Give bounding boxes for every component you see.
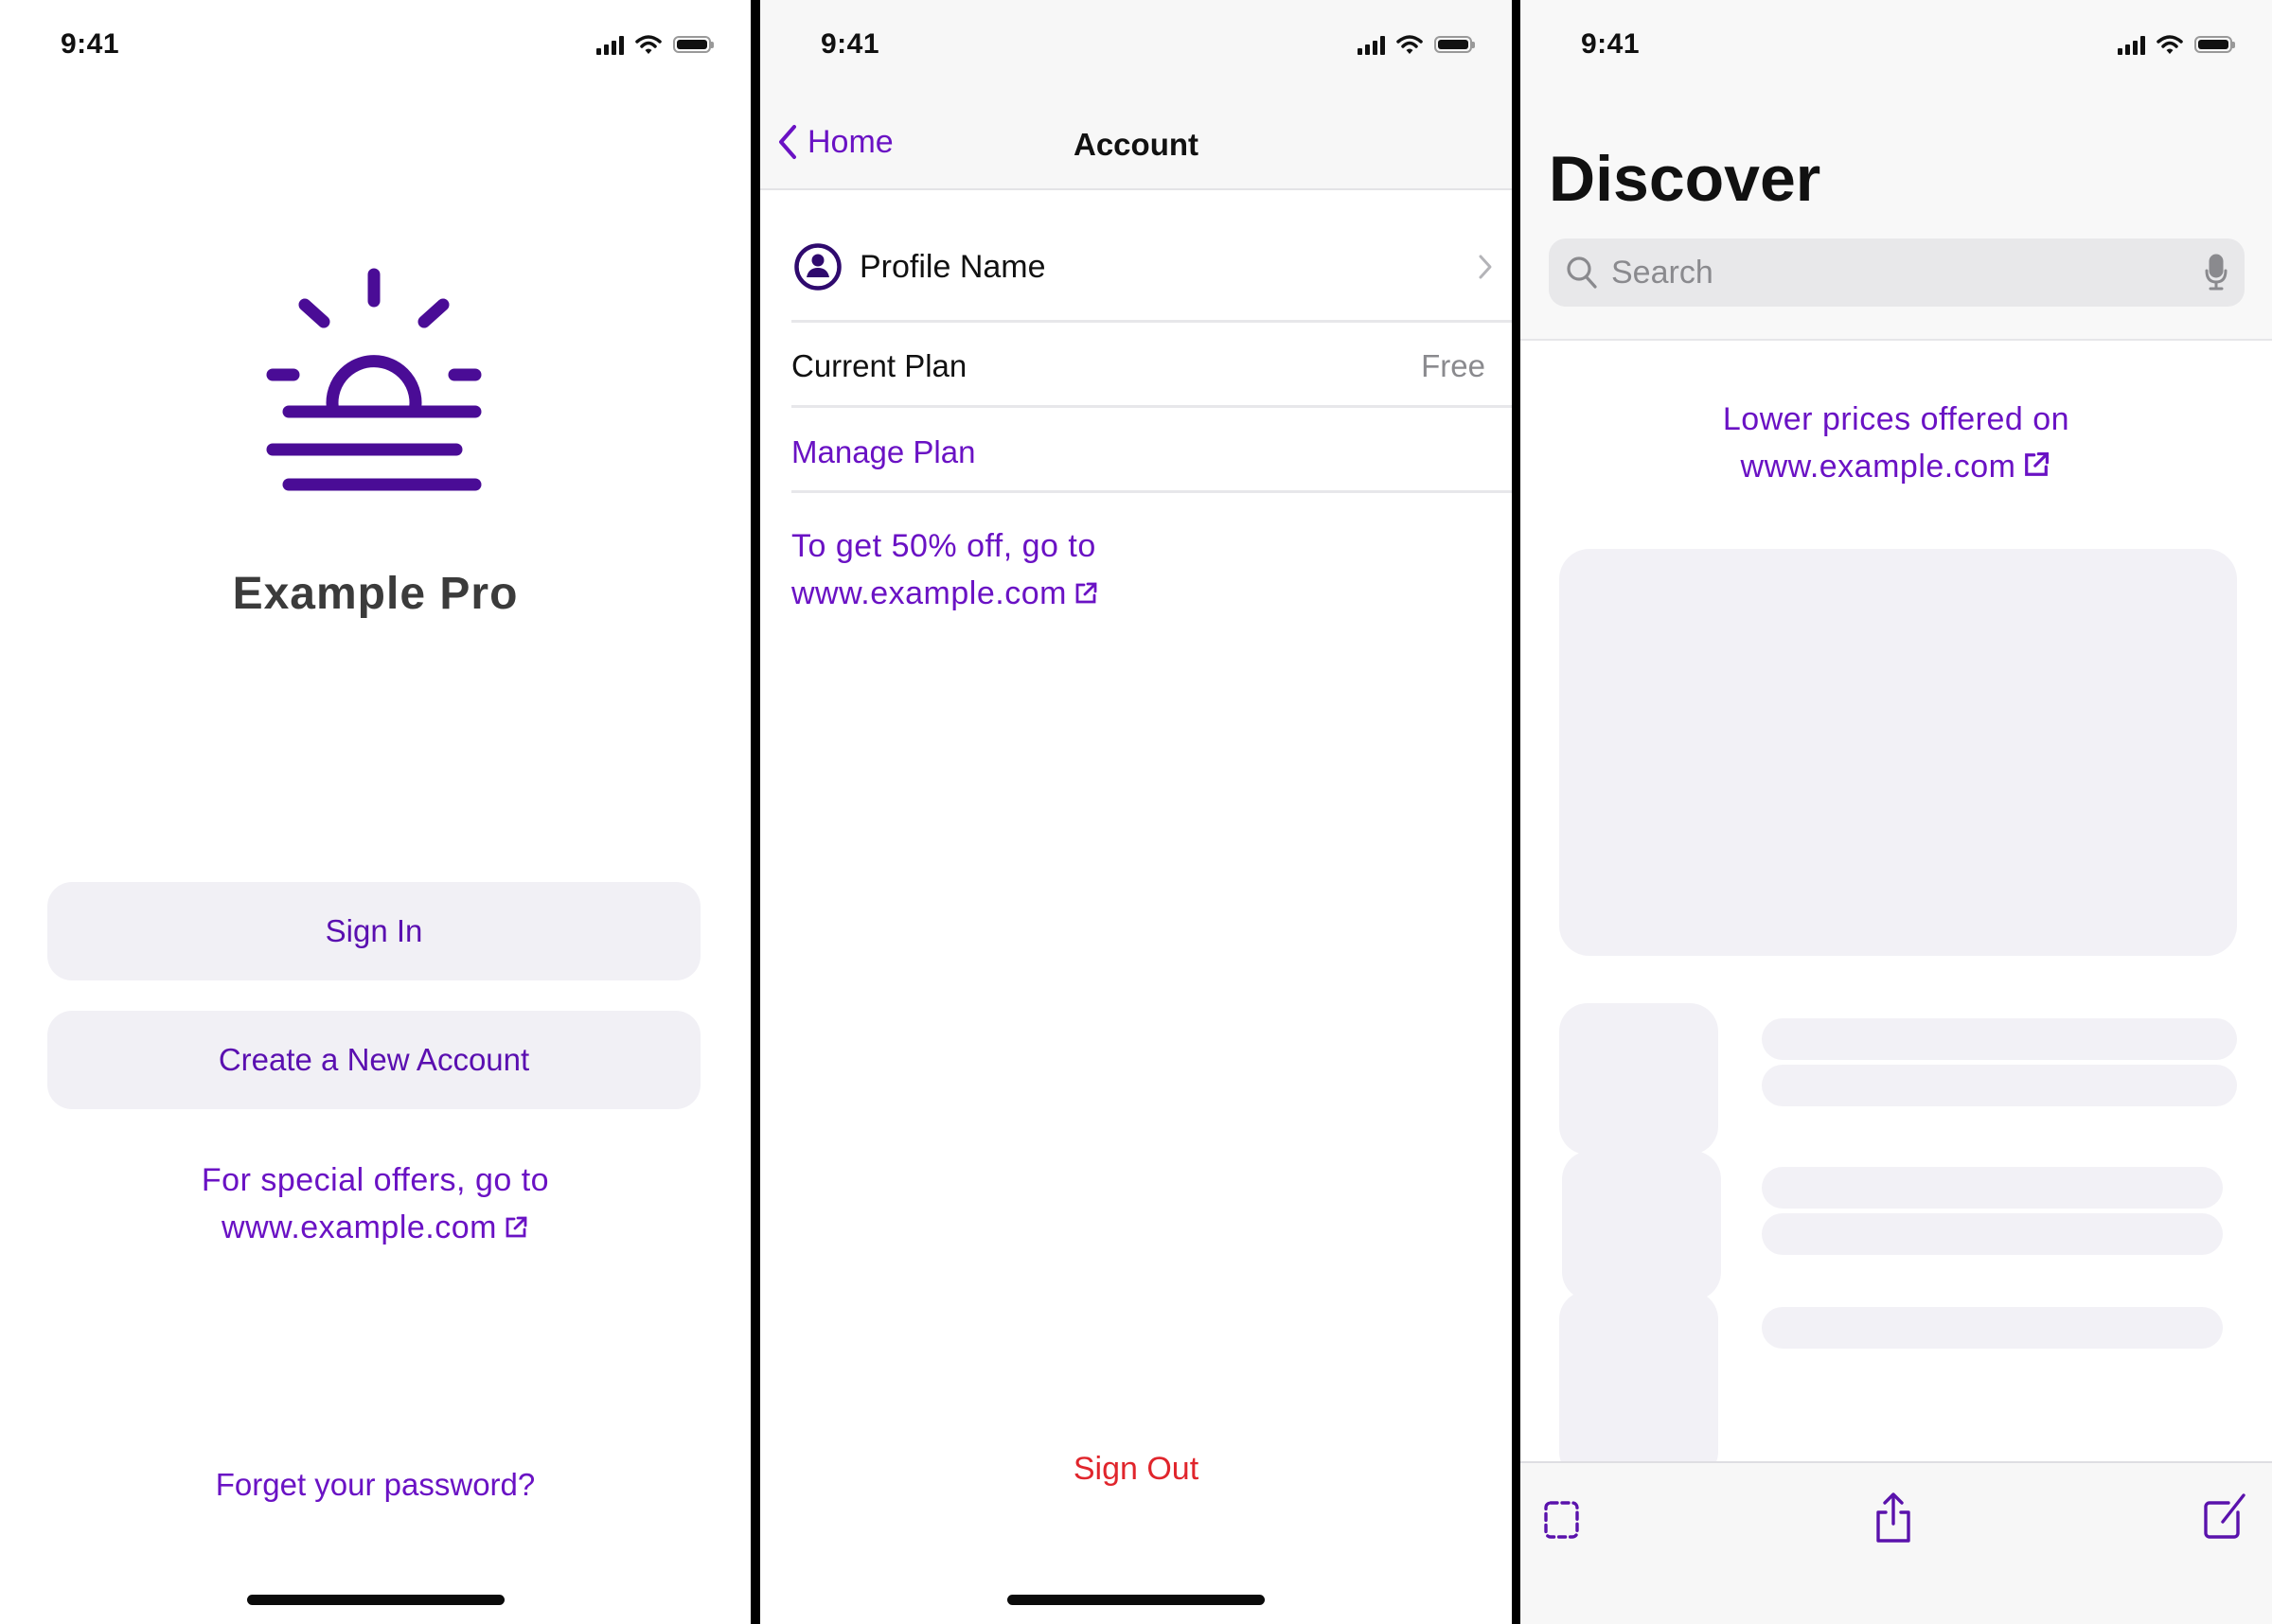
forgot-password-link[interactable]: Forget your password? — [0, 1467, 751, 1503]
signal-icon — [2118, 34, 2145, 55]
microphone-icon[interactable] — [2205, 254, 2228, 291]
status-time: 9:41 — [61, 28, 120, 60]
status-time: 9:41 — [821, 28, 880, 60]
person-circle-icon — [794, 243, 842, 291]
screen-discover: 9:41 Discover Lower prices offered on ww… — [1520, 0, 2272, 1624]
screen-account: 9:41 Home Account Profile Name Current P… — [760, 0, 1512, 1624]
divider — [791, 490, 1512, 493]
status-bar: 9:41 — [760, 0, 1512, 95]
list-item-thumbnail-placeholder — [1559, 1291, 1718, 1480]
compose-icon[interactable] — [2202, 1492, 2247, 1541]
page-title: Account — [1074, 127, 1198, 162]
profile-row[interactable]: Profile Name — [793, 220, 1493, 314]
screen-sign-in: 9:41 Example Pro Sign In Create a New Ac… — [0, 0, 751, 1624]
wifi-icon — [2157, 35, 2183, 54]
signal-icon — [1358, 34, 1385, 55]
divider — [791, 320, 1512, 323]
battery-icon — [673, 36, 714, 53]
special-offers-link[interactable]: For special offers, go to www.example.co… — [0, 1156, 751, 1251]
current-plan-value: Free — [1421, 348, 1485, 383]
status-time: 9:41 — [1581, 28, 1641, 60]
battery-icon — [2194, 36, 2235, 53]
external-link-icon — [506, 1216, 527, 1238]
home-indicator — [246, 1595, 505, 1605]
manage-plan-button[interactable]: Manage Plan — [791, 419, 1512, 485]
page-title: Discover — [1549, 143, 1821, 215]
status-bar: 9:41 — [1520, 0, 2272, 95]
discount-offer-link[interactable]: To get 50% off, go to www.example.com — [791, 522, 1099, 617]
lower-prices-link[interactable]: Lower prices offered on www.example.com — [1520, 396, 2272, 490]
sign-out-button[interactable]: Sign Out — [760, 1451, 1512, 1488]
wifi-icon — [1396, 35, 1423, 54]
signal-icon — [596, 34, 624, 55]
home-indicator — [1007, 1595, 1265, 1605]
list-item-line-placeholder — [1762, 1065, 2237, 1106]
select-icon[interactable] — [1543, 1499, 1581, 1541]
status-bar: 9:41 — [0, 0, 751, 95]
promo-url[interactable]: www.example.com — [222, 1209, 497, 1245]
external-link-icon — [2025, 451, 2050, 476]
promo-text: To get 50% off, go to — [791, 528, 1096, 564]
search-icon — [1567, 256, 1597, 289]
external-link-icon — [1075, 582, 1097, 604]
search-input[interactable] — [1609, 253, 2205, 292]
share-icon[interactable] — [1873, 1492, 1914, 1545]
wifi-icon — [635, 35, 662, 54]
list-item-thumbnail-placeholder — [1559, 1003, 1718, 1155]
promo-text: Lower prices offered on — [1722, 401, 2070, 437]
promo-url[interactable]: www.example.com — [1741, 449, 2016, 485]
profile-name: Profile Name — [860, 248, 1046, 285]
list-item-thumbnail-placeholder — [1562, 1151, 1721, 1300]
current-plan-label: Current Plan — [791, 348, 967, 383]
current-plan-row: Current Plan Free — [791, 333, 1485, 399]
list-item-line-placeholder — [1762, 1018, 2237, 1060]
featured-placeholder-card — [1559, 549, 2237, 956]
promo-url[interactable]: www.example.com — [791, 575, 1067, 611]
bottom-toolbar — [1520, 1461, 2272, 1624]
battery-icon — [1434, 36, 1475, 53]
app-title: Example Pro — [232, 569, 519, 619]
search-bar[interactable] — [1549, 238, 2245, 307]
divider — [791, 405, 1512, 408]
sign-in-button[interactable]: Sign In — [47, 882, 701, 980]
create-account-button[interactable]: Create a New Account — [47, 1011, 701, 1109]
discover-header: 9:41 Discover — [1520, 0, 2272, 341]
promo-text: For special offers, go to — [201, 1162, 550, 1198]
list-item-line-placeholder — [1762, 1167, 2223, 1209]
list-item-line-placeholder — [1762, 1307, 2223, 1349]
chevron-right-icon — [1479, 255, 1492, 279]
navigation-bar: 9:41 Home Account — [760, 0, 1512, 190]
sunrise-icon — [266, 268, 482, 491]
list-item-line-placeholder — [1762, 1213, 2223, 1255]
